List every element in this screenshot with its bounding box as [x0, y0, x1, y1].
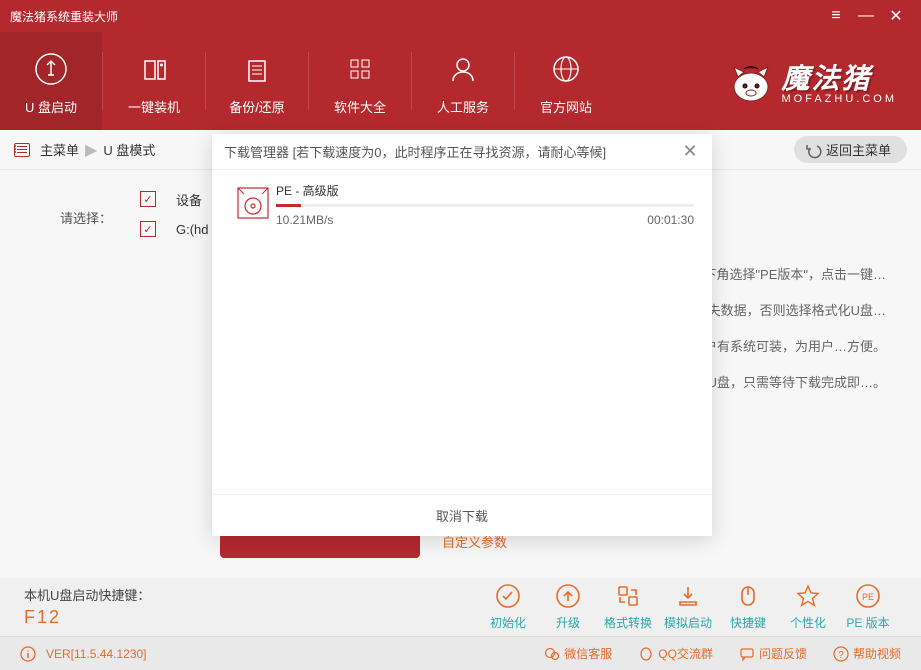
convert-icon	[614, 582, 642, 610]
breadcrumb-current: U 盘模式	[103, 140, 155, 159]
action-personal[interactable]: 个性化	[779, 582, 837, 631]
pc-icon	[132, 47, 176, 91]
tool-website[interactable]: 官方网站	[515, 32, 617, 130]
mouse-icon	[734, 582, 762, 610]
download-modal: 下载管理器 [若下载速度为0，此时程序正在寻找资源，请耐心等候] ✕ PE - …	[212, 134, 712, 536]
back-icon	[804, 141, 822, 159]
tool-label: 软件大全	[334, 97, 386, 116]
main-toolbar: U 盘启动 一键装机 备份/还原 软件大全 人工服务 官方网站	[0, 32, 921, 130]
list-icon	[14, 143, 30, 157]
globe-icon	[544, 47, 588, 91]
modal-header: 下载管理器 [若下载速度为0，此时程序正在寻找资源，请耐心等候] ✕	[212, 134, 712, 170]
minimize-button[interactable]: —	[851, 0, 881, 32]
row-label: 设备	[176, 190, 202, 209]
tool-software[interactable]: 软件大全	[309, 32, 411, 130]
brand-name: 魔法猪	[782, 63, 872, 94]
modal-body: PE - 高级版 10.21MB/s 00:01:30	[212, 170, 712, 494]
brand-sub: MOFAZHU.COM	[782, 93, 898, 105]
actions-bar: 本机U盘启动快捷键： F12 初始化 升级 格式转换 模拟启动 快捷键 个性化 …	[0, 576, 921, 636]
disc-icon	[230, 180, 276, 226]
action-pe-version[interactable]: PEPE 版本	[839, 582, 897, 631]
back-main-button[interactable]: 返回主菜单	[794, 136, 907, 163]
cancel-download-button[interactable]: 取消下载	[436, 506, 488, 525]
modal-close-button[interactable]: ✕	[680, 142, 700, 162]
action-hotkey[interactable]: 快捷键	[719, 582, 777, 631]
qq-icon	[638, 646, 654, 662]
tool-label: 官方网站	[540, 97, 592, 116]
download-item: PE - 高级版 10.21MB/s 00:01:30	[230, 180, 694, 227]
tool-label: 人工服务	[437, 97, 489, 116]
hotkey-key: F12	[24, 607, 150, 628]
grid-icon	[338, 47, 382, 91]
menu-button[interactable]: ≡	[821, 0, 851, 32]
pe-icon: PE	[854, 582, 882, 610]
tool-label: U 盘启动	[25, 97, 77, 116]
download-speed: 10.21MB/s	[276, 213, 333, 227]
download-icon	[674, 582, 702, 610]
modal-title: 下载管理器 [若下载速度为0，此时程序正在寻找资源，请耐心等候]	[224, 142, 606, 161]
action-upgrade[interactable]: 升级	[539, 582, 597, 631]
footer-help[interactable]: ?帮助视频	[833, 645, 901, 662]
tool-label: 一键装机	[128, 97, 180, 116]
breadcrumb-root[interactable]: 主菜单	[40, 140, 79, 159]
version-text: VER[11.5.44.1230]	[46, 647, 147, 661]
row-label: G:(hd	[176, 222, 209, 237]
usb-icon	[29, 47, 73, 91]
up-circle-icon	[554, 582, 582, 610]
back-label: 返回主菜单	[826, 140, 891, 159]
hotkey-label: 本机U盘启动快捷键：	[24, 588, 150, 603]
breadcrumb-sep: ▶	[85, 140, 97, 160]
tool-label: 备份/还原	[229, 97, 285, 116]
tool-support[interactable]: 人工服务	[412, 32, 514, 130]
tool-one-click[interactable]: 一键装机	[103, 32, 205, 130]
close-button[interactable]: ✕	[881, 0, 911, 32]
tool-backup[interactable]: 备份/还原	[206, 32, 308, 130]
title-bar: 魔法猪系统重装大师 ≡ — ✕	[0, 0, 921, 32]
backup-icon	[235, 47, 279, 91]
download-eta: 00:01:30	[647, 213, 694, 227]
action-init[interactable]: 初始化	[479, 582, 537, 631]
svg-text:?: ?	[838, 650, 844, 661]
modal-footer: 取消下载	[212, 494, 712, 536]
svg-text:PE: PE	[862, 592, 874, 602]
tool-usb-boot[interactable]: U 盘启动	[0, 32, 102, 130]
footer-feedback[interactable]: 问题反馈	[739, 645, 807, 662]
footer-wechat[interactable]: 微信客服	[544, 645, 612, 662]
help-icon: ?	[833, 646, 849, 662]
action-format[interactable]: 格式转换	[599, 582, 657, 631]
action-simulate[interactable]: 模拟启动	[659, 582, 717, 631]
progress-bar	[276, 204, 694, 207]
checkbox-icon[interactable]: ✓	[140, 221, 156, 237]
info-icon	[20, 646, 36, 662]
brand-logo: 魔法猪 MOFAZHU.COM	[617, 32, 921, 130]
footer-qq[interactable]: QQ交流群	[638, 645, 713, 662]
wechat-icon	[544, 646, 560, 662]
download-name: PE - 高级版	[276, 182, 694, 199]
check-circle-icon	[494, 582, 522, 610]
checkbox-icon[interactable]: ✓	[140, 191, 156, 207]
pig-icon	[726, 59, 776, 103]
chat-icon	[739, 646, 755, 662]
footer-bar: VER[11.5.44.1230] 微信客服 QQ交流群 问题反馈 ?帮助视频	[0, 636, 921, 670]
headset-icon	[441, 47, 485, 91]
app-title: 魔法猪系统重装大师	[10, 8, 118, 25]
star-icon	[794, 582, 822, 610]
select-label: 请选择：	[60, 208, 112, 227]
